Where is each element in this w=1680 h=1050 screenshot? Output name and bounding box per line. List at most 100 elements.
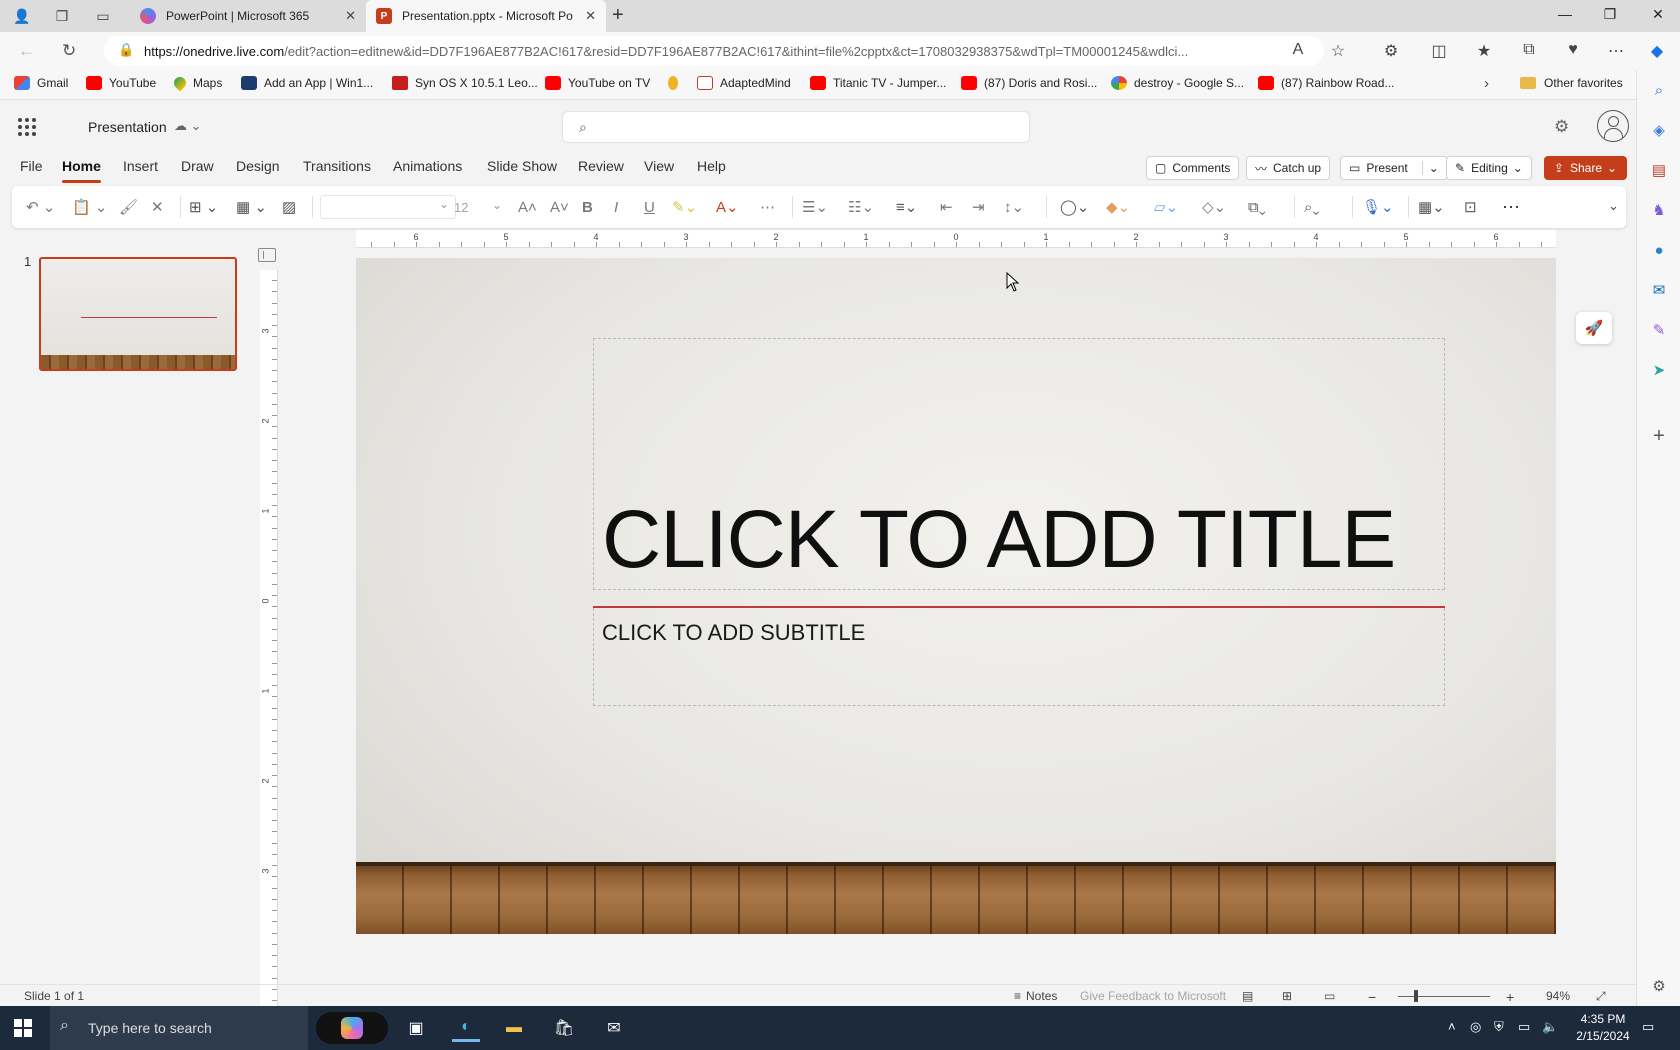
favorite-youtube[interactable]: YouTube	[86, 76, 156, 90]
tab-powerpoint-365[interactable]: PowerPoint | Microsoft 365 ✕	[130, 0, 366, 32]
tab-slide-show[interactable]: Slide Show	[487, 158, 557, 174]
tab-insert[interactable]: Insert	[123, 158, 158, 174]
favorite-syn-os[interactable]: Syn OS X 10.5.1 Leo...	[392, 76, 538, 90]
maximize-icon[interactable]: ❐	[1600, 6, 1620, 23]
close-tab-icon[interactable]: ✕	[345, 8, 356, 24]
zoom-slider-thumb[interactable]	[1414, 990, 1418, 1002]
file-explorer-icon[interactable]: ▬	[500, 1014, 528, 1042]
network-icon[interactable]: ▭	[1518, 1019, 1530, 1035]
security-icon[interactable]: ⛨	[1494, 1019, 1504, 1035]
favorite-destroy-google[interactable]: destroy - Google S...	[1111, 76, 1244, 90]
workspaces-icon[interactable]: ❐	[52, 6, 72, 26]
send-icon[interactable]: ➤	[1647, 358, 1671, 382]
games-icon[interactable]: ♞	[1647, 198, 1671, 222]
font-color-icon[interactable]: A⌄	[716, 197, 739, 217]
shape-outline-icon[interactable]: ▱⌄	[1154, 197, 1178, 217]
arrange-icon[interactable]: ⧉⌄	[1248, 197, 1266, 217]
favorite-adaptedmind[interactable]: AdaptedMind	[697, 76, 791, 90]
tab-actions-icon[interactable]: ▭	[93, 6, 113, 26]
task-view-icon[interactable]: ▣	[402, 1014, 430, 1042]
close-tab-icon[interactable]: ✕	[585, 8, 596, 24]
tab-transitions[interactable]: Transitions	[303, 158, 371, 174]
collections-icon[interactable]: ⧉	[1518, 41, 1540, 59]
mail-icon[interactable]: ✉	[600, 1014, 628, 1042]
split-screen-icon[interactable]: ◫	[1428, 41, 1450, 61]
italic-icon[interactable]: I	[614, 197, 618, 217]
add-icon[interactable]: +	[1647, 424, 1671, 448]
url-input[interactable]: 🔒 https://onedrive.live.com/edit?action=…	[104, 36, 1324, 66]
title-placeholder[interactable]: CLICK TO ADD TITLE	[593, 338, 1445, 590]
clear-icon[interactable]: ✕	[151, 197, 164, 217]
present-button[interactable]: ▭ Present ⌄	[1340, 156, 1448, 180]
chevron-down-icon[interactable]: ⌄	[1608, 198, 1619, 214]
designer-icon[interactable]: ✎	[1647, 318, 1671, 342]
favorite-star-icon[interactable]: ☆	[1327, 41, 1349, 61]
favorite-amazon[interactable]	[668, 76, 685, 90]
decrease-indent-icon[interactable]: ⇤	[940, 197, 953, 217]
chevron-right-icon[interactable]: ›	[1484, 75, 1489, 92]
layout-icon[interactable]: ▦ ⌄	[236, 197, 267, 217]
normal-view-icon[interactable]: ▤	[1242, 989, 1253, 1003]
font-size-select[interactable]: 12	[446, 195, 508, 219]
edge-icon[interactable]: ◐	[452, 1014, 480, 1042]
more-font-options-icon[interactable]: ⋯	[760, 197, 775, 217]
copilot-taskbar-icon[interactable]	[316, 1012, 388, 1044]
tab-view[interactable]: View	[644, 158, 674, 174]
app-launcher-icon[interactable]	[18, 118, 36, 136]
tab-help[interactable]: Help	[697, 158, 726, 174]
favorite-gmail[interactable]: Gmail	[14, 76, 68, 90]
browser-essentials-icon[interactable]: ♥	[1562, 41, 1584, 59]
tab-presentation[interactable]: P Presentation.pptx - Microsoft Po ✕	[366, 0, 606, 32]
more-options-icon[interactable]: ⋯	[1502, 197, 1520, 217]
designer-rocket-icon[interactable]: 🚀	[1576, 312, 1612, 344]
profile-icon[interactable]: 👤	[12, 6, 32, 26]
settings-icon[interactable]: ⚙	[1554, 117, 1569, 137]
back-icon[interactable]: ←	[18, 41, 35, 61]
favorites-icon[interactable]: ★	[1473, 41, 1495, 61]
notifications-icon[interactable]: ▭	[1642, 1019, 1654, 1035]
favorite-doris-rosi[interactable]: (87) Doris and Rosi...	[961, 76, 1097, 90]
tab-draw[interactable]: Draw	[181, 158, 214, 174]
add-ins-icon[interactable]: ⊡	[1464, 197, 1477, 217]
dictate-icon[interactable]: 🎙⌄	[1362, 197, 1394, 217]
line-spacing-icon[interactable]: ↕⌄	[1004, 197, 1024, 217]
background-icon[interactable]: ▨	[282, 197, 296, 217]
increase-indent-icon[interactable]: ⇥	[972, 197, 985, 217]
slide-canvas[interactable]: CLICK TO ADD TITLE CLICK TO ADD SUBTITLE	[356, 258, 1556, 934]
increase-font-icon[interactable]: A˄	[518, 197, 537, 217]
slide-sorter-icon[interactable]: ⊞	[1282, 989, 1292, 1003]
numbering-icon[interactable]: ☷⌄	[848, 197, 874, 217]
highlight-icon[interactable]: ✎⌄	[672, 197, 697, 217]
meet-now-icon[interactable]: ◎	[1470, 1019, 1481, 1035]
toolbox-icon[interactable]: ▤	[1647, 158, 1671, 182]
refresh-icon[interactable]: ↻	[62, 41, 76, 61]
document-title[interactable]: Presentation	[88, 119, 167, 135]
extensions-icon[interactable]: ⚙	[1380, 41, 1402, 61]
microsoft-365-icon[interactable]: ●	[1647, 238, 1671, 262]
zoom-slider-track[interactable]	[1398, 996, 1490, 997]
shape-fill-icon[interactable]: ◆⌄	[1106, 197, 1130, 217]
catch-up-button[interactable]: 〰 Catch up	[1246, 156, 1331, 180]
slide-thumbnail[interactable]	[39, 257, 237, 371]
favorite-add-app[interactable]: Add an App | Win1...	[241, 76, 373, 90]
favorite-youtube-tv[interactable]: YouTube on TV	[545, 76, 650, 90]
tab-file[interactable]: File	[20, 158, 43, 174]
favorite-rainbow-road[interactable]: (87) Rainbow Road...	[1258, 76, 1394, 90]
designer-icon[interactable]: ▦⌄	[1418, 197, 1445, 217]
decrease-font-icon[interactable]: A˅	[550, 197, 569, 217]
subtitle-placeholder[interactable]: CLICK TO ADD SUBTITLE	[593, 608, 1445, 706]
zoom-level[interactable]: 94%	[1546, 989, 1570, 1003]
outlook-icon[interactable]: ✉	[1647, 278, 1671, 302]
feedback-link[interactable]: Give Feedback to Microsoft	[1080, 989, 1226, 1003]
windows-start-icon[interactable]	[14, 1019, 32, 1037]
shape-effects-icon[interactable]: ◇⌄	[1202, 197, 1226, 217]
favorite-titanic-tv[interactable]: Titanic TV - Jumper...	[810, 76, 946, 90]
format-painter-icon[interactable]: 🖌	[119, 197, 138, 217]
pane-toggle-icon[interactable]	[258, 248, 276, 262]
taskbar-clock[interactable]: 4:35 PM 2/15/2024	[1568, 1011, 1638, 1045]
avatar[interactable]	[1597, 110, 1629, 142]
bullets-icon[interactable]: ☰⌄	[802, 197, 828, 217]
comments-button[interactable]: ▢ Comments	[1146, 156, 1240, 180]
undo-icon[interactable]: ↶ ⌄	[26, 197, 55, 217]
bold-icon[interactable]: B	[582, 197, 593, 217]
